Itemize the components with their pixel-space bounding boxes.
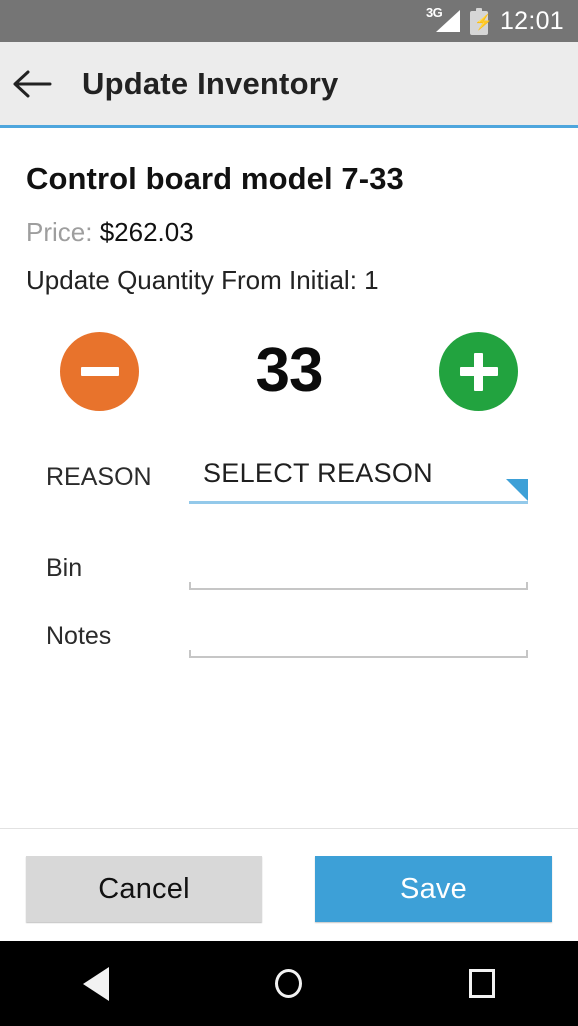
- nav-back-button[interactable]: [41, 941, 151, 1026]
- price-value: $262.03: [99, 217, 194, 247]
- quantity-from-initial-label: Update Quantity From Initial: 1: [26, 265, 379, 295]
- footer-actions: Cancel Save: [0, 829, 578, 941]
- price-row: Price: $262.03: [26, 217, 194, 248]
- reason-spinner[interactable]: SELECT REASON: [189, 458, 528, 504]
- nav-home-circle-icon: [275, 969, 303, 998]
- lightning-bolt-icon: ⚡: [473, 13, 493, 31]
- nav-recents-square-icon: [468, 969, 495, 998]
- status-bar-clock: 12:01: [499, 6, 564, 35]
- dropdown-triangle-icon[interactable]: [506, 479, 528, 501]
- phone-screen: 3G ⚡ 12:01 Update Inventory Control boar…: [0, 0, 578, 1026]
- arrow-left-icon: [12, 69, 52, 99]
- back-button[interactable]: [0, 42, 64, 125]
- content-area: Control board model 7-33 Price: $262.03 …: [0, 128, 578, 828]
- cancel-button[interactable]: Cancel: [26, 856, 262, 922]
- reason-label: REASON: [46, 463, 152, 491]
- nav-back-triangle-icon: [83, 966, 110, 1001]
- bin-field[interactable]: [189, 544, 528, 590]
- status-bar: 3G ⚡ 12:01: [0, 0, 578, 42]
- notes-field[interactable]: [189, 612, 528, 658]
- notes-underline: [189, 656, 528, 658]
- reason-underline: [189, 501, 528, 504]
- increment-quantity-button[interactable]: [439, 332, 518, 411]
- bin-label: Bin: [46, 554, 83, 582]
- app-bar: Update Inventory: [0, 42, 578, 125]
- nav-recents-button[interactable]: [427, 941, 537, 1026]
- battery-charging-icon: ⚡: [469, 7, 493, 35]
- signal-3g-icon: 3G: [426, 6, 460, 34]
- plus-icon: [459, 352, 498, 391]
- bin-field-row: Bin: [0, 532, 578, 600]
- android-navigation-bar: [0, 941, 578, 1026]
- reason-field-row: REASON SELECT REASON: [0, 458, 578, 532]
- bin-input[interactable]: [189, 557, 528, 586]
- bin-underline: [189, 588, 528, 590]
- notes-label: Notes: [46, 622, 112, 650]
- reason-selected-value: SELECT REASON: [203, 458, 433, 488]
- price-label: Price:: [26, 217, 93, 247]
- page-title: Update Inventory: [82, 65, 339, 101]
- item-name: Control board model 7-33: [26, 161, 404, 196]
- notes-input[interactable]: [189, 625, 528, 654]
- save-button[interactable]: Save: [315, 856, 552, 922]
- quantity-stepper: 33: [0, 332, 578, 414]
- nav-home-button[interactable]: [234, 941, 344, 1026]
- notes-field-row: Notes: [0, 600, 578, 668]
- update-form: REASON SELECT REASON Bin Notes: [0, 458, 578, 668]
